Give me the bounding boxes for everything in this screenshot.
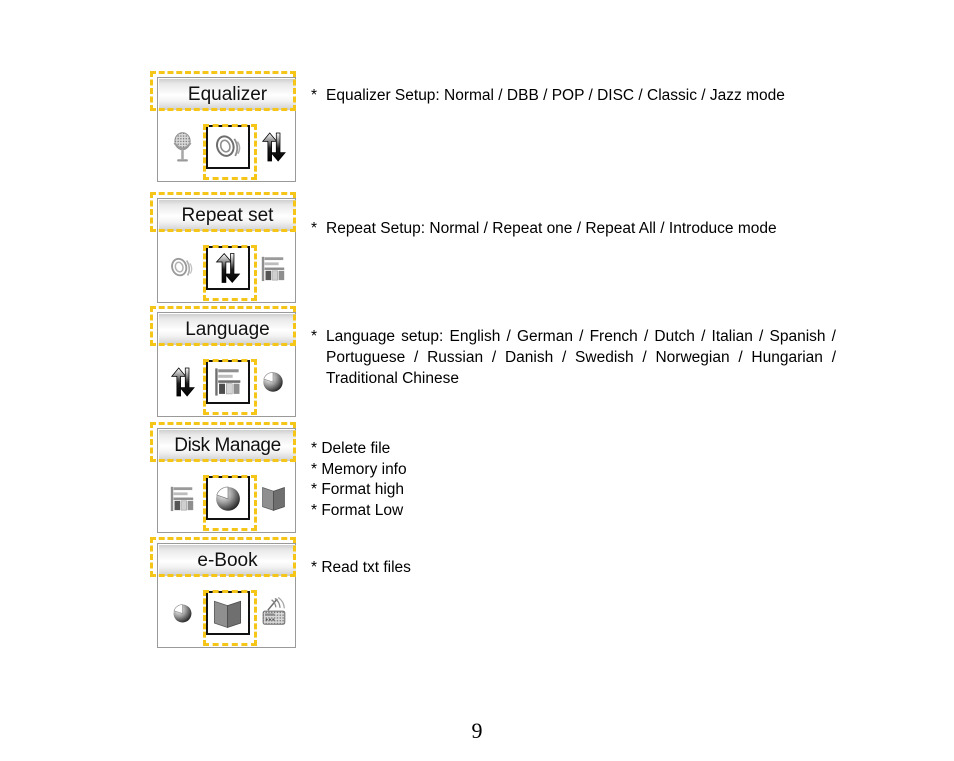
language-bars-icon: [205, 360, 250, 404]
icon-strip: [159, 235, 296, 301]
page-number: 9: [471, 718, 483, 743]
equalizer-waves-icon: [167, 251, 197, 285]
description-text: Equalizer Setup: Normal / DBB / POP / DI…: [326, 87, 785, 104]
bullet-star: *: [311, 87, 318, 104]
bullet-item: * Memory info: [311, 460, 407, 478]
card-title-bar: Equalizer: [159, 79, 296, 110]
device-screen-card-language: Language: [157, 312, 296, 417]
up-down-arrows-icon: [167, 365, 197, 399]
bullet-item: * Read txt files: [311, 559, 411, 576]
device-screen-card-repeat-set: Repeat set: [157, 198, 296, 303]
equalizer-waves-icon: [205, 125, 250, 169]
bullet-item: * Delete file: [311, 440, 391, 457]
card-title-bar: Disk Manage: [159, 430, 296, 461]
bullet-star: *: [311, 328, 318, 345]
bullet-item: * Format Low: [311, 501, 404, 519]
language-bars-icon: [258, 251, 288, 285]
device-screen-card-equalizer: Equalizer: [157, 77, 296, 182]
description-disk-manage: * Delete file * Memory info * Format hig…: [311, 439, 407, 521]
card-title-label: Disk Manage: [174, 435, 281, 456]
device-screen-card-disk-manage: Disk Manage: [157, 428, 296, 533]
up-down-arrows-icon: [258, 130, 288, 164]
card-title-label: Equalizer: [187, 84, 268, 105]
icon-strip: [159, 349, 296, 415]
description-language: * Language setup: English / German / Fre…: [311, 326, 836, 389]
device-screen-card-ebook: e-Book: [157, 543, 296, 648]
description-equalizer: * Equalizer Setup: Normal / DBB / POP / …: [311, 85, 836, 106]
pie-chart-icon: [258, 365, 288, 399]
radio-fm-icon: [258, 596, 288, 630]
description-text: Repeat Setup: Normal / Repeat one / Repe…: [326, 220, 777, 237]
book-icon: [205, 591, 250, 635]
bullet-star: *: [311, 220, 318, 237]
microphone-icon: [167, 130, 197, 164]
description-text: Language setup: English / German / Frenc…: [326, 328, 836, 387]
language-bars-icon: [167, 481, 197, 515]
card-title-label: Language: [185, 319, 270, 340]
card-title-bar: Repeat set: [159, 200, 296, 231]
description-ebook: * Read txt files: [311, 558, 411, 579]
card-title-bar: e-Book: [159, 545, 296, 576]
card-title-label: Repeat set: [181, 205, 274, 226]
manual-page: Equalizer * Equalizer Setup: Normal / DB…: [0, 0, 954, 761]
bullet-item: * Format high: [311, 481, 405, 498]
book-icon: [258, 481, 288, 515]
card-title-label: e-Book: [197, 550, 258, 571]
icon-strip: [159, 465, 296, 531]
up-down-arrows-icon: [205, 246, 250, 290]
description-repeat-set: * Repeat Setup: Normal / Repeat one / Re…: [311, 218, 836, 239]
icon-strip: [159, 114, 296, 180]
icon-strip: [159, 580, 296, 646]
pie-chart-icon: [167, 596, 197, 630]
card-title-bar: Language: [159, 314, 296, 345]
pie-chart-icon: [205, 476, 250, 520]
